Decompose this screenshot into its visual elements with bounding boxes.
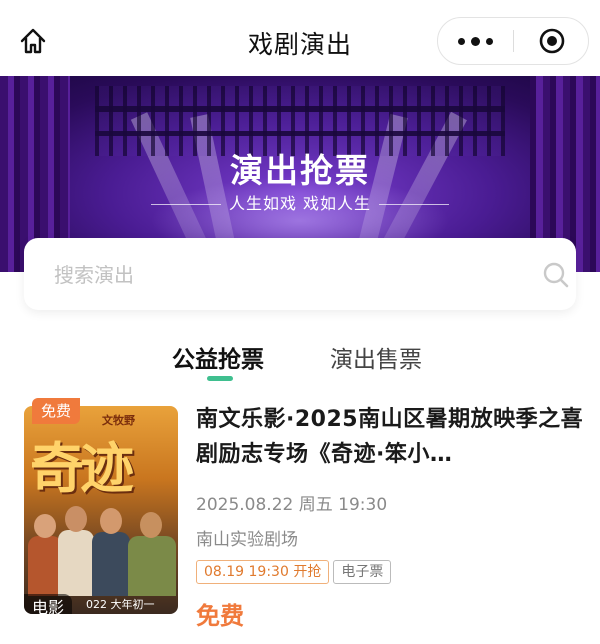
show-info: 南文乐影·2025南山区暑期放映季之喜剧励志专场《奇迹·笨小… 2025.08.… — [196, 402, 584, 631]
poster-people — [24, 496, 178, 596]
show-price: 免费 — [196, 602, 244, 630]
poster-date-text: 022 大年初一 — [86, 598, 155, 611]
divider-line — [150, 204, 221, 205]
search-input[interactable] — [54, 260, 494, 290]
divider-line — [379, 204, 450, 205]
show-poster[interactable]: 文牧野 奇迹 022 大年初一 电影 — [24, 406, 178, 614]
e-ticket-tag: 电子票 — [333, 560, 392, 584]
record-close-icon — [539, 28, 564, 54]
lighting-truss — [95, 106, 505, 112]
more-dots-icon — [458, 36, 493, 46]
tab-public-welfare[interactable]: 公益抢票 — [172, 340, 264, 374]
show-venue: 南山实验剧场 — [196, 530, 298, 550]
nav-bar: 戏剧演出 — [0, 0, 600, 76]
tab-ticket-sales[interactable]: 演出售票 — [330, 340, 422, 374]
close-button[interactable] — [514, 18, 589, 64]
banner-subtitle-row: 人生如戏 戏如人生 — [0, 190, 600, 214]
banner-title: 演出抢票 — [230, 151, 370, 190]
free-badge: 免费 — [32, 398, 80, 424]
show-datetime: 2025.08.22 周五 19:30 — [196, 495, 388, 515]
search-bar[interactable] — [24, 238, 576, 310]
active-tab-indicator — [207, 376, 233, 381]
type-badge: 电影 — [24, 594, 72, 614]
search-icon[interactable] — [542, 261, 570, 289]
show-card[interactable]: 文牧野 奇迹 022 大年初一 电影 免费 南文乐影·2025南山区暑期放映季之… — [24, 398, 584, 631]
lighting-truss — [95, 131, 505, 136]
show-title[interactable]: 南文乐影·2025南山区暑期放映季之喜剧励志专场《奇迹·笨小… — [196, 402, 584, 472]
more-button[interactable] — [438, 18, 513, 64]
mini-program-capsule — [437, 17, 589, 65]
poster-title-art: 奇迹 — [30, 436, 134, 500]
category-tabs: 公益抢票 演出售票 — [0, 332, 600, 382]
banner-subtitle: 人生如戏 戏如人生 — [228, 194, 372, 213]
show-tags: 08.19 19:30 开抢 电子票 — [196, 560, 584, 586]
sale-time-tag: 08.19 19:30 开抢 — [196, 560, 330, 584]
